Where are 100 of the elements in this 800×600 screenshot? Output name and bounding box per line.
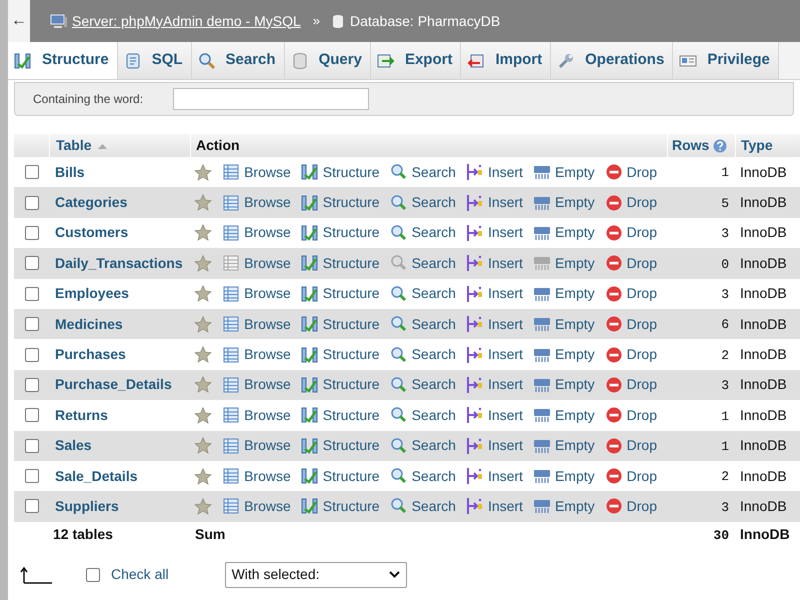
action-link[interactable]: Search [390, 162, 456, 183]
action-link[interactable]: Search [390, 435, 456, 456]
action-link[interactable]: Search [390, 404, 456, 426]
action-link[interactable]: Empty [532, 404, 595, 426]
action-link[interactable]: Insert [466, 314, 523, 335]
action-link[interactable]: Browse [222, 496, 291, 517]
row-checkbox[interactable] [24, 286, 38, 301]
action-link[interactable]: Structure [300, 162, 380, 183]
action-link[interactable]: Insert [466, 466, 523, 487]
column-header[interactable]: Table [56, 135, 92, 156]
action-link[interactable]: Search [390, 283, 456, 304]
tab[interactable]: Operations [551, 42, 674, 79]
action-link[interactable]: Insert [466, 162, 523, 183]
action-link[interactable]: Browse [222, 283, 291, 304]
table-name-link[interactable]: Categories [55, 194, 128, 210]
action-link[interactable]: Drop [604, 344, 657, 366]
table-name-link[interactable]: Daily_Transactions [55, 254, 183, 271]
tab[interactable]: Import [461, 42, 552, 79]
action-link[interactable]: Structure [300, 466, 380, 487]
action-link[interactable]: Search [390, 192, 456, 214]
row-checkbox[interactable] [24, 256, 38, 270]
action-link[interactable]: Browse [222, 314, 291, 335]
action-link[interactable]: Empty [532, 466, 595, 487]
action-link[interactable]: Browse [222, 466, 291, 487]
action-link[interactable]: Empty [532, 252, 595, 274]
action-link[interactable]: Structure [300, 314, 380, 335]
action-link[interactable]: Drop [604, 374, 657, 396]
action-link[interactable]: Insert [466, 344, 523, 366]
action-link[interactable]: Empty [532, 314, 595, 335]
star-icon[interactable] [194, 496, 212, 516]
star-icon[interactable] [194, 436, 212, 456]
action-link[interactable]: Browse [222, 344, 291, 366]
tab[interactable]: SQL [118, 42, 192, 79]
star-icon[interactable] [194, 345, 212, 364]
back-button[interactable]: ← [8, 0, 30, 42]
table-name-link[interactable]: Customers [55, 224, 128, 240]
action-link[interactable]: Structure [300, 374, 380, 396]
action-link[interactable]: Structure [300, 283, 380, 304]
star-icon[interactable] [194, 375, 212, 394]
row-checkbox[interactable] [24, 317, 38, 332]
tab[interactable]: Privilege [673, 42, 779, 79]
table-name-link[interactable]: Employees [55, 285, 129, 302]
action-link[interactable]: Drop [604, 162, 657, 183]
table-name-link[interactable]: Purchases [55, 346, 126, 362]
action-link[interactable]: Search [390, 314, 456, 335]
action-link[interactable]: Insert [466, 192, 523, 214]
star-icon[interactable] [194, 162, 212, 182]
action-link[interactable]: Search [390, 466, 456, 487]
action-link[interactable]: Search [390, 374, 456, 396]
star-icon[interactable] [194, 223, 212, 242]
action-link[interactable]: Insert [466, 435, 523, 456]
action-link[interactable]: Structure [300, 344, 380, 366]
action-link[interactable]: Empty [532, 496, 595, 517]
action-link[interactable]: Insert [466, 404, 523, 426]
action-link[interactable]: Structure [300, 222, 380, 244]
row-checkbox[interactable] [24, 196, 38, 210]
action-link[interactable]: Browse [222, 162, 291, 183]
action-link[interactable]: Drop [604, 466, 657, 487]
action-link[interactable]: Insert [466, 222, 523, 244]
action-link[interactable]: Search [390, 222, 456, 244]
action-link[interactable]: Drop [604, 404, 657, 426]
table-name-link[interactable]: Medicines [55, 316, 123, 332]
action-link[interactable]: Insert [466, 496, 523, 517]
table-name-link[interactable]: Bills [55, 164, 85, 180]
action-link[interactable]: Structure [300, 496, 380, 517]
action-link[interactable]: Drop [604, 252, 657, 274]
action-link[interactable]: Empty [532, 162, 595, 183]
action-link[interactable]: Empty [532, 374, 595, 396]
action-link[interactable]: Insert [466, 283, 523, 304]
action-link[interactable]: Drop [604, 222, 657, 244]
check-all-label[interactable]: Check all [111, 564, 169, 586]
tab[interactable]: Search [192, 42, 285, 79]
action-link[interactable]: Structure [300, 252, 380, 274]
column-header[interactable]: Rows [672, 135, 710, 156]
column-header[interactable]: Type [741, 135, 773, 156]
action-link[interactable]: Drop [604, 192, 657, 214]
action-link[interactable]: Search [390, 252, 456, 274]
check-all-checkbox[interactable] [86, 568, 100, 582]
table-name-link[interactable]: Purchase_Details [55, 376, 172, 392]
star-icon[interactable] [194, 466, 212, 486]
row-checkbox[interactable] [24, 408, 38, 422]
action-link[interactable]: Browse [222, 374, 291, 396]
star-icon[interactable] [194, 193, 212, 212]
action-link[interactable]: Structure [300, 192, 380, 214]
action-link[interactable]: Empty [532, 344, 595, 366]
row-checkbox[interactable] [24, 499, 38, 514]
star-icon[interactable] [194, 254, 212, 273]
tab[interactable]: Structure [8, 42, 118, 79]
action-link[interactable]: Search [390, 496, 456, 517]
row-checkbox[interactable] [24, 348, 38, 362]
action-link[interactable]: Browse [222, 192, 291, 214]
tab[interactable]: Query [284, 42, 371, 79]
table-name-link[interactable]: Returns [55, 406, 108, 423]
action-link[interactable]: Drop [604, 496, 657, 517]
table-name-link[interactable]: Sale_Details [55, 468, 138, 484]
action-link[interactable]: Search [390, 344, 456, 366]
action-link[interactable]: Drop [604, 283, 657, 304]
star-icon[interactable] [194, 284, 212, 304]
star-icon[interactable] [194, 314, 212, 334]
table-name-link[interactable]: Sales [55, 437, 92, 454]
